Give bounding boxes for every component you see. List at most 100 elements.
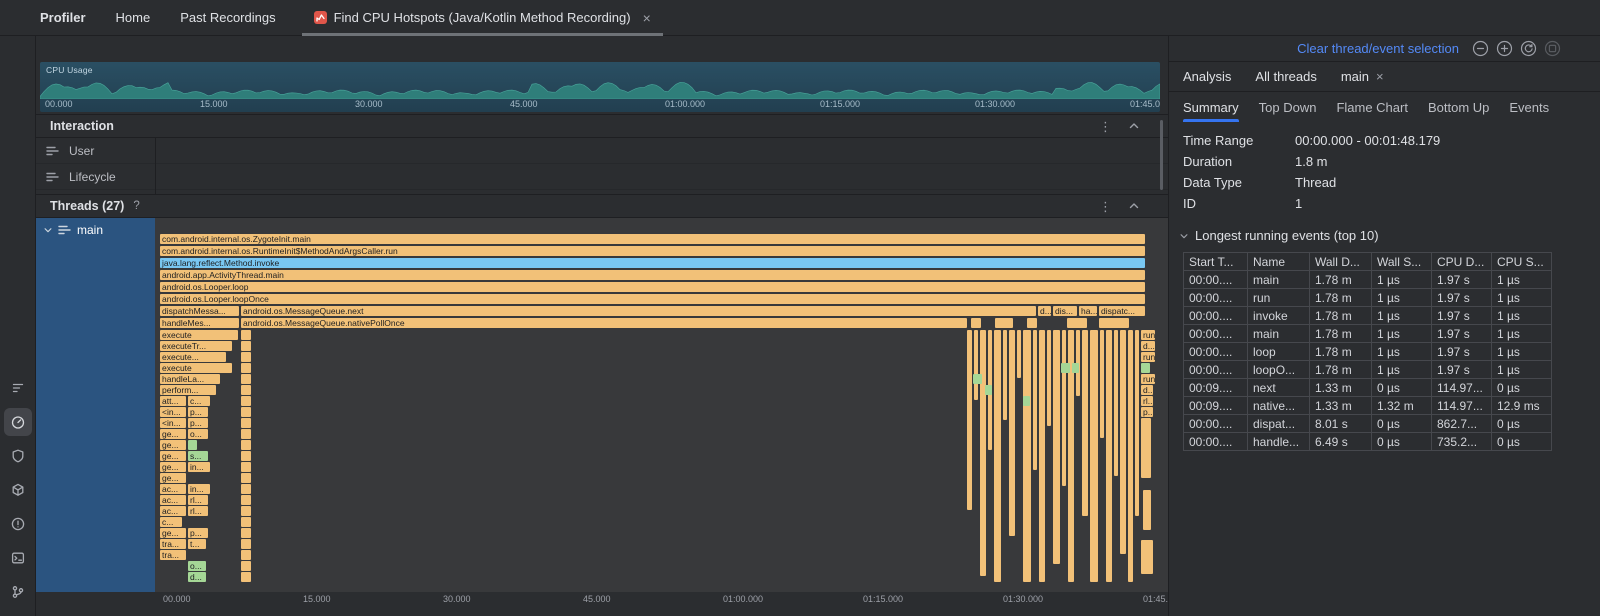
problems-icon[interactable]	[4, 510, 32, 538]
structure-icon[interactable]	[4, 374, 32, 402]
collapse-chevron-icon[interactable]	[1128, 200, 1140, 212]
flame-bar[interactable]: dis...	[1053, 306, 1077, 316]
flame-bar[interactable]	[241, 572, 251, 582]
tab-all-threads[interactable]: All threads	[1255, 69, 1316, 84]
flame-bar[interactable]: dispatc...	[1099, 306, 1145, 316]
flame-bar[interactable]: ge...	[160, 473, 186, 483]
flame-bar[interactable]: executeTr...	[160, 341, 232, 351]
flame-bar[interactable]: p...	[188, 418, 208, 428]
flame-bar[interactable]	[971, 318, 981, 328]
clear-selection-link[interactable]: Clear thread/event selection	[1297, 41, 1459, 56]
flame-bar[interactable]	[241, 506, 251, 516]
zoom-to-selection-icon[interactable]	[1544, 40, 1561, 57]
flame-bar[interactable]	[1135, 330, 1139, 516]
flame-bar[interactable]: d...	[1141, 341, 1155, 351]
build-icon[interactable]	[4, 476, 32, 504]
flame-bar[interactable]: execute...	[160, 352, 226, 362]
flame-bar[interactable]: <in...	[160, 418, 186, 428]
flame-bar[interactable]	[241, 495, 251, 505]
zoom-in-icon[interactable]	[1496, 40, 1513, 57]
tab-recording[interactable]: Find CPU Hotspots (Java/Kotlin Method Re…	[302, 0, 663, 36]
flame-bar[interactable]	[1033, 330, 1037, 470]
flame-bar[interactable]	[241, 429, 251, 439]
flame-bar[interactable]	[973, 374, 982, 384]
flame-bar[interactable]: execute	[160, 330, 238, 340]
flame-bar[interactable]: ge...	[160, 528, 186, 538]
flame-bar[interactable]: d...	[1141, 385, 1153, 395]
flame-bar[interactable]: p...	[188, 528, 208, 538]
flame-bar[interactable]: com.android.internal.os.RuntimeInit$Meth…	[160, 246, 1145, 256]
flame-bar[interactable]: t...	[188, 539, 206, 549]
flame-bar[interactable]: in...	[188, 484, 210, 494]
flame-bar[interactable]: ge...	[160, 429, 186, 439]
flame-bar[interactable]	[1099, 318, 1129, 328]
flame-bar[interactable]: android.os.MessageQueue.nativePollOnce	[241, 318, 967, 328]
flame-bar[interactable]: run	[1141, 352, 1155, 362]
track-row-user[interactable]: User	[36, 138, 1168, 164]
flame-bar[interactable]	[241, 539, 251, 549]
flame-bar[interactable]: rl...	[1141, 396, 1153, 406]
flame-bar[interactable]: com.android.internal.os.ZygoteInit.main	[160, 234, 1145, 244]
subtab-bottom-up[interactable]: Bottom Up	[1428, 92, 1489, 122]
flame-bar[interactable]	[1023, 330, 1031, 582]
flame-bar[interactable]: java.lang.reflect.Method.invoke	[160, 258, 1145, 268]
flame-bar[interactable]: execute	[160, 363, 232, 373]
flame-bar[interactable]: perform...	[160, 385, 216, 395]
flame-bar[interactable]	[985, 385, 992, 395]
table-row[interactable]: 00:00....run1.78 m1 µs1.97 s1 µs	[1184, 289, 1552, 307]
flame-bar[interactable]: ge...	[160, 440, 186, 450]
flame-bar[interactable]: ac...	[160, 506, 186, 516]
flame-bar[interactable]	[1082, 330, 1088, 516]
subtab-flame-chart[interactable]: Flame Chart	[1336, 92, 1408, 122]
column-header[interactable]: Start T...	[1184, 253, 1248, 271]
flame-bar[interactable]: ac...	[160, 495, 186, 505]
flame-bar[interactable]	[1072, 363, 1079, 373]
terminal-icon[interactable]	[4, 544, 32, 572]
profiler-icon[interactable]	[4, 408, 32, 436]
subtab-events[interactable]: Events	[1509, 92, 1549, 122]
flame-bar[interactable]: dispatchMessa...	[160, 306, 239, 316]
flame-bar[interactable]	[1053, 330, 1060, 564]
flame-bar[interactable]	[1017, 330, 1021, 378]
flame-bar[interactable]: android.os.Looper.loop	[160, 282, 1145, 292]
flame-bar[interactable]: ac...	[160, 484, 186, 494]
tab-home[interactable]: Home	[116, 10, 151, 25]
flame-bar[interactable]: o...	[188, 561, 206, 571]
flame-bar[interactable]: android.os.Looper.loopOnce	[160, 294, 1145, 304]
flame-bar[interactable]	[1003, 330, 1007, 420]
flame-bar[interactable]	[1106, 330, 1112, 582]
flame-bar[interactable]: ha...	[1079, 306, 1097, 316]
flame-bar[interactable]	[1100, 330, 1104, 438]
flame-bar[interactable]	[241, 363, 251, 373]
flame-bar[interactable]	[1090, 330, 1098, 582]
flame-bar[interactable]	[241, 550, 251, 560]
flame-bar[interactable]: rl...	[188, 495, 208, 505]
table-row[interactable]: 00:00....loopO...1.78 m1 µs1.97 s1 µs	[1184, 361, 1552, 379]
tab-analysis[interactable]: Analysis	[1183, 69, 1231, 84]
flame-bar[interactable]	[1067, 318, 1087, 328]
flame-bar[interactable]	[241, 440, 251, 450]
close-tab-icon[interactable]: ×	[643, 11, 651, 25]
flame-bar[interactable]: d...	[188, 572, 206, 582]
flame-bar[interactable]: android.app.ActivityThread.main	[160, 270, 1145, 280]
flame-bar[interactable]: rl...	[188, 506, 208, 516]
flame-bar[interactable]	[1009, 330, 1015, 536]
flame-bar[interactable]: handleLa...	[160, 374, 220, 384]
flame-bar[interactable]	[1141, 418, 1151, 478]
column-header[interactable]: Wall D...	[1310, 253, 1372, 271]
flame-bar[interactable]: run	[1141, 374, 1155, 384]
close-tab-icon[interactable]: ×	[1376, 69, 1384, 84]
flame-bar[interactable]	[241, 385, 251, 395]
collapse-chevron-icon[interactable]	[1128, 120, 1140, 132]
flame-chart[interactable]: com.android.internal.os.ZygoteInit.main c…	[155, 218, 1168, 592]
flame-bar[interactable]	[1061, 363, 1070, 373]
flame-bar[interactable]: tra...	[160, 539, 186, 549]
flame-bar[interactable]	[188, 440, 197, 450]
thread-row-main[interactable]: main	[36, 218, 155, 242]
flame-bar[interactable]: android.os.MessageQueue.next	[241, 306, 1036, 316]
flame-bar[interactable]: handleMes...	[160, 318, 239, 328]
flame-bar[interactable]	[241, 352, 251, 362]
flame-bar[interactable]	[241, 517, 251, 527]
flame-bar[interactable]	[1141, 363, 1150, 373]
table-row[interactable]: 00:09....next1.33 m0 µs114.97...0 µs	[1184, 379, 1552, 397]
